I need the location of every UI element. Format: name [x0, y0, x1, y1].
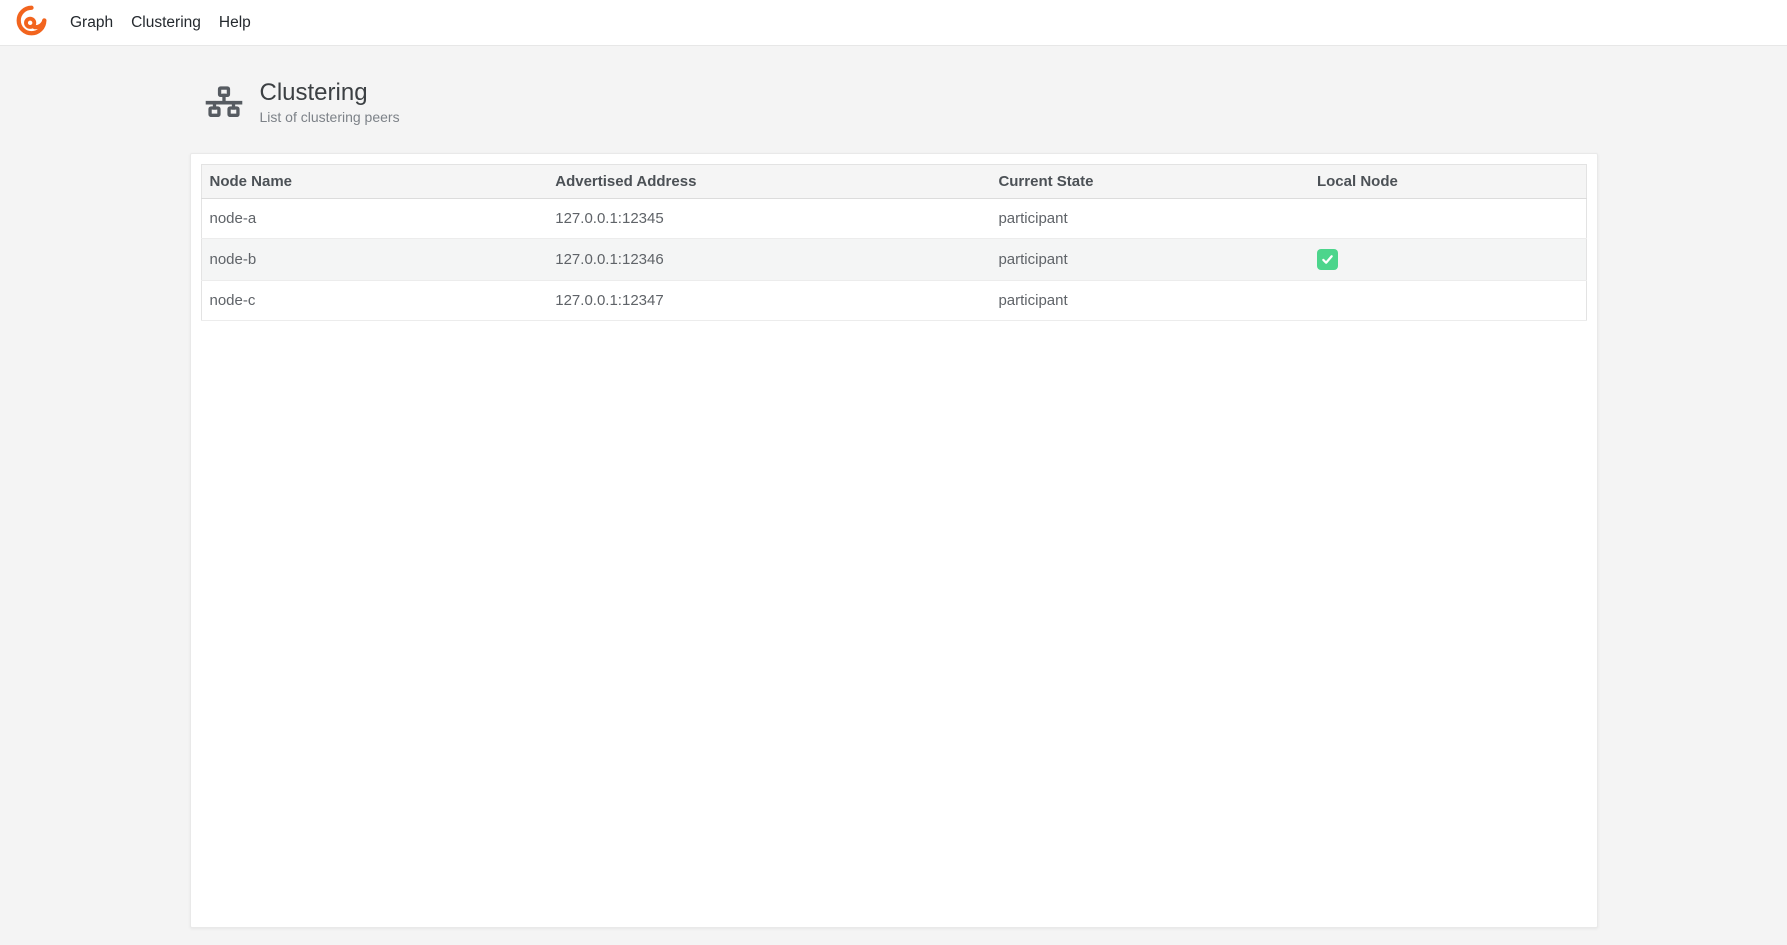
column-header-current-state: Current State [990, 164, 1309, 198]
nav-item-graph[interactable]: Graph [61, 2, 122, 44]
cell-advertised-address: 127.0.0.1:12346 [547, 238, 990, 280]
peers-card: Node Name Advertised Address Current Sta… [190, 153, 1598, 928]
nav-item-clustering[interactable]: Clustering [122, 2, 210, 44]
table-row: node-a 127.0.0.1:12345 participant [201, 198, 1586, 238]
orange-spiral-logo-icon [16, 5, 47, 41]
cell-current-state: participant [990, 198, 1309, 238]
page-header: Clustering List of clustering peers [205, 79, 1598, 125]
table-header: Node Name Advertised Address Current Sta… [201, 164, 1586, 198]
cell-local-node [1309, 198, 1586, 238]
page-subtitle: List of clustering peers [260, 109, 400, 125]
cell-current-state: participant [990, 280, 1309, 320]
nav-item-help[interactable]: Help [210, 2, 260, 44]
table-body: node-a 127.0.0.1:12345 participant node-… [201, 198, 1586, 320]
main-content: Clustering List of clustering peers Node… [190, 79, 1598, 928]
column-header-local-node: Local Node [1309, 164, 1586, 198]
cell-node-name: node-b [201, 238, 547, 280]
cell-advertised-address: 127.0.0.1:12345 [547, 198, 990, 238]
cell-current-state: participant [990, 238, 1309, 280]
page-header-titles: Clustering List of clustering peers [260, 79, 400, 125]
cell-node-name: node-c [201, 280, 547, 320]
local-node-checkbox[interactable] [1317, 249, 1338, 270]
table-row: node-c 127.0.0.1:12347 participant [201, 280, 1586, 320]
cell-advertised-address: 127.0.0.1:12347 [547, 280, 990, 320]
cell-node-name: node-a [201, 198, 547, 238]
column-header-advertised-address: Advertised Address [547, 164, 990, 198]
column-header-node-name: Node Name [201, 164, 547, 198]
nav-menu: Graph Clustering Help [61, 2, 260, 44]
app-logo[interactable] [16, 7, 47, 38]
peers-table: Node Name Advertised Address Current Sta… [201, 164, 1587, 321]
table-row: node-b 127.0.0.1:12346 participant [201, 238, 1586, 280]
cell-local-node [1309, 238, 1586, 280]
page-title: Clustering [260, 79, 400, 107]
cell-local-node [1309, 280, 1586, 320]
network-hub-icon [205, 83, 243, 121]
top-navbar: Graph Clustering Help [0, 0, 1787, 46]
